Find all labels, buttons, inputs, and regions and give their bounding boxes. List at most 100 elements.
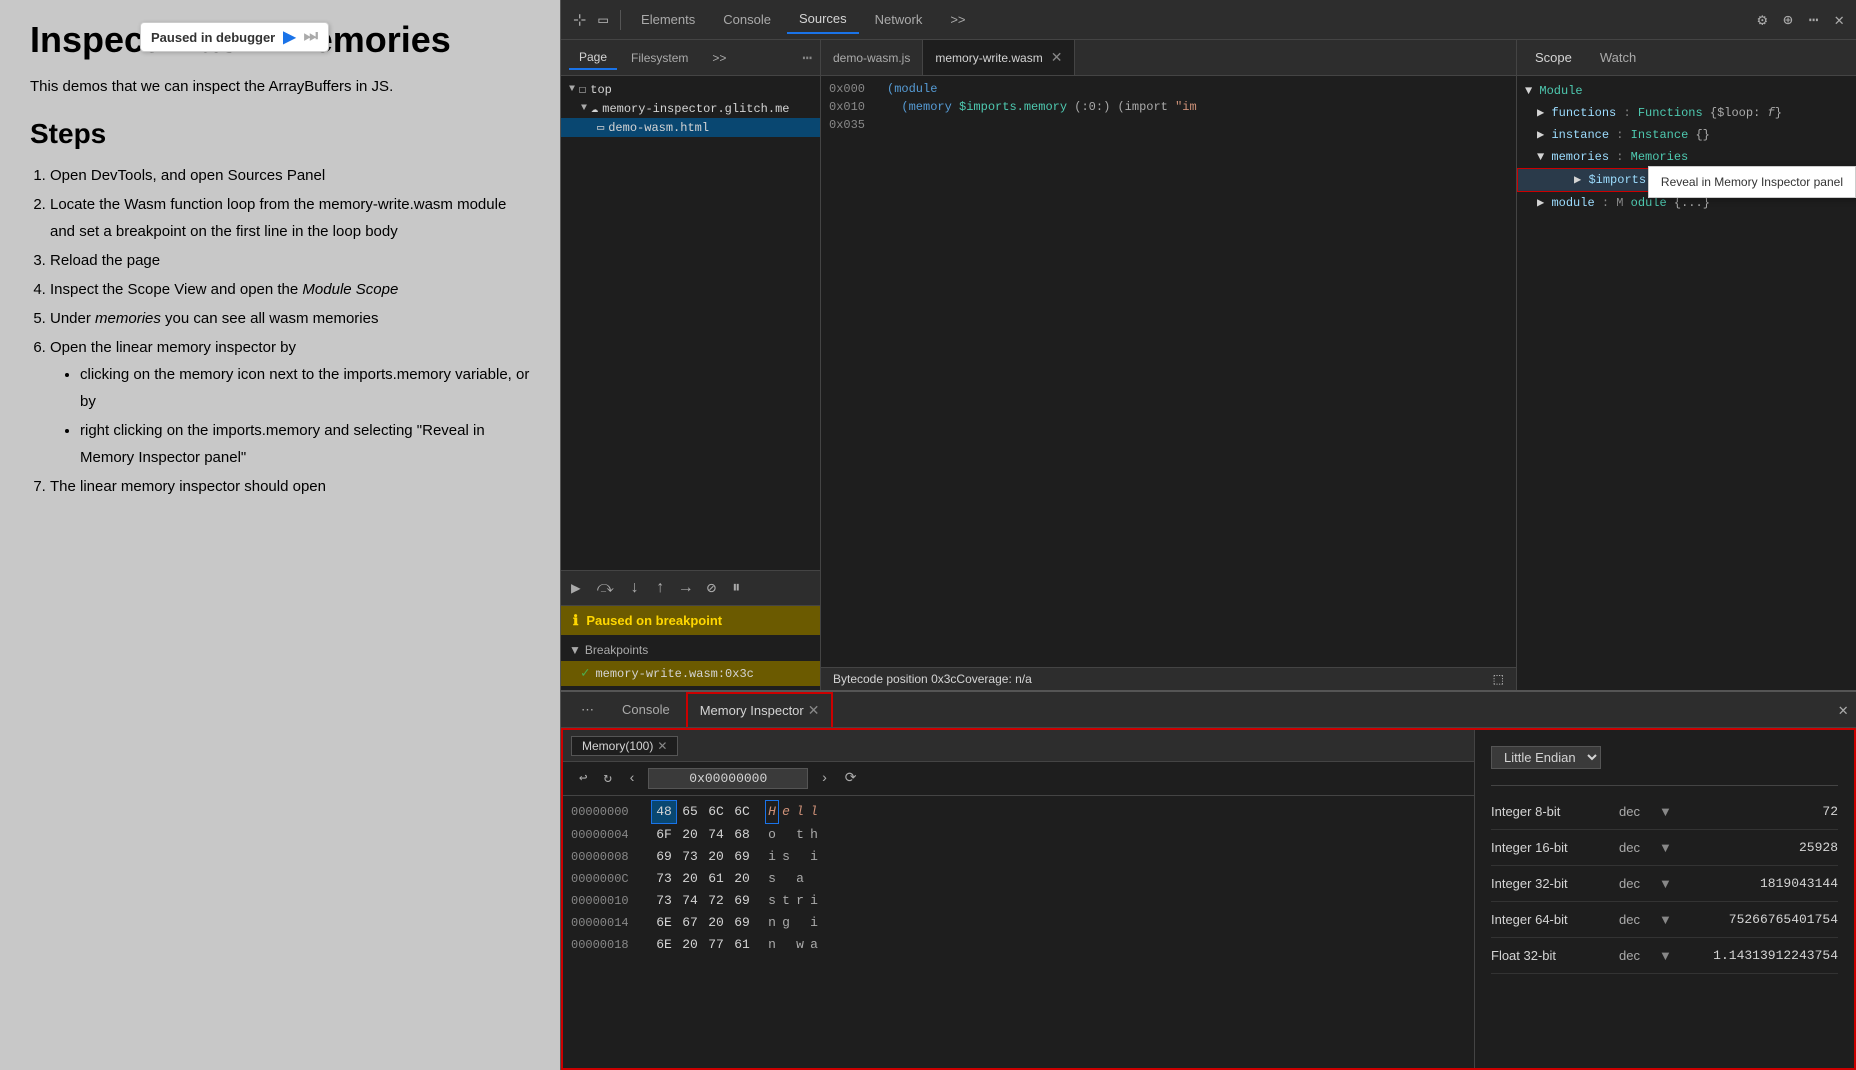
ascii-4-1[interactable]: t <box>779 890 793 912</box>
ascii-5-1[interactable]: g <box>779 912 793 934</box>
hex-cell-3-1[interactable]: 20 <box>677 868 703 890</box>
hex-cell-1-1[interactable]: 20 <box>677 824 703 846</box>
resume-button[interactable]: ▶ <box>283 27 295 47</box>
memory-forward-btn[interactable]: ↻ <box>599 768 615 789</box>
bottom-tab-mi-close[interactable]: ✕ <box>808 702 820 719</box>
breakpoints-header[interactable]: ▼ Breakpoints <box>561 639 820 661</box>
scope-tab-watch[interactable]: Watch <box>1590 46 1646 69</box>
file-tab-more[interactable]: >> <box>702 47 736 69</box>
step-out-btn[interactable]: ↑ <box>653 577 667 599</box>
ascii-1-2[interactable]: t <box>793 824 807 846</box>
hex-cell-5-2[interactable]: 20 <box>703 912 729 934</box>
step-into-btn[interactable]: ↓ <box>628 577 642 599</box>
ascii-0-0[interactable]: H <box>765 800 779 824</box>
close-icon[interactable]: ✕ <box>1830 6 1848 34</box>
scope-tab-scope[interactable]: Scope <box>1525 46 1582 69</box>
hex-cell-2-2[interactable]: 20 <box>703 846 729 868</box>
cursor-icon[interactable]: ⊹ <box>569 6 590 34</box>
ascii-4-2[interactable]: r <box>793 890 807 912</box>
hex-cell-0-0[interactable]: 48 <box>651 800 677 824</box>
hex-cell-3-0[interactable]: 73 <box>651 868 677 890</box>
tab-more[interactable]: >> <box>938 6 977 33</box>
ascii-0-3[interactable]: l <box>807 801 821 823</box>
ascii-5-3[interactable]: i <box>807 912 821 934</box>
ascii-3-2[interactable]: a <box>793 868 807 890</box>
step-btn[interactable]: → <box>679 577 693 599</box>
file-tab-filesystem[interactable]: Filesystem <box>621 47 698 69</box>
hex-cell-1-2[interactable]: 74 <box>703 824 729 846</box>
scope-instance[interactable]: ▶ instance : Instance {} <box>1517 124 1856 146</box>
hex-cell-6-2[interactable]: 77 <box>703 934 729 956</box>
tab-network[interactable]: Network <box>863 6 935 33</box>
hex-cell-3-3[interactable]: 20 <box>729 868 755 890</box>
file-tree-html[interactable]: ▭ demo-wasm.html <box>561 118 820 137</box>
deactivate-btn[interactable]: ⊘ <box>705 576 719 600</box>
memory-address-input[interactable] <box>648 768 808 789</box>
hex-cell-0-3[interactable]: 6C <box>729 801 755 823</box>
hex-cell-5-3[interactable]: 69 <box>729 912 755 934</box>
memory-refresh-btn[interactable]: ⟳ <box>841 768 861 789</box>
ascii-2-3[interactable]: i <box>807 846 821 868</box>
scope-module[interactable]: ▼ Module <box>1517 80 1856 102</box>
bottom-panel-close[interactable]: ✕ <box>1838 700 1848 720</box>
hex-cell-2-0[interactable]: 69 <box>651 846 677 868</box>
pause-btn[interactable]: ⏸ <box>730 577 742 599</box>
ascii-0-2[interactable]: l <box>793 801 807 823</box>
file-tree-more-btn[interactable]: ⋯ <box>802 48 812 68</box>
ascii-6-3[interactable]: a <box>807 934 821 956</box>
step-over-button[interactable]: ⏭ <box>304 28 318 46</box>
hex-cell-4-2[interactable]: 72 <box>703 890 729 912</box>
hex-cell-1-3[interactable]: 68 <box>729 824 755 846</box>
step-over-btn[interactable]: ⤼ <box>595 577 616 599</box>
scope-memories[interactable]: ▼ memories : Memories <box>1517 146 1856 168</box>
ascii-6-0[interactable]: n <box>765 934 779 956</box>
file-tree-domain[interactable]: ▼ ☁ memory-inspector.glitch.me <box>561 99 820 118</box>
ascii-2-1[interactable]: s <box>779 846 793 868</box>
memory-prev-btn[interactable]: ‹ <box>624 769 640 789</box>
hex-cell-4-1[interactable]: 74 <box>677 890 703 912</box>
tab-sources[interactable]: Sources <box>787 5 859 34</box>
hex-cell-5-1[interactable]: 67 <box>677 912 703 934</box>
profile-icon[interactable]: ⊕ <box>1779 6 1797 34</box>
hex-cell-6-1[interactable]: 20 <box>677 934 703 956</box>
bottom-tab-memory-inspector[interactable]: Memory Inspector ✕ <box>686 692 834 727</box>
tab-elements[interactable]: Elements <box>629 6 707 33</box>
ascii-4-0[interactable]: s <box>765 890 779 912</box>
expand-icon[interactable]: ⬚ <box>1493 672 1504 686</box>
ascii-5-0[interactable]: n <box>765 912 779 934</box>
hex-cell-4-3[interactable]: 69 <box>729 890 755 912</box>
code-tab-close[interactable]: ✕ <box>1051 49 1063 66</box>
ascii-1-3[interactable]: h <box>807 824 821 846</box>
hex-cell-0-1[interactable]: 65 <box>677 801 703 823</box>
file-tab-page[interactable]: Page <box>569 46 617 70</box>
scope-functions[interactable]: ▶ functions : Functions {$loop: f} <box>1517 102 1856 124</box>
bottom-tab-more-icon[interactable]: ⋯ <box>569 692 606 727</box>
settings-icon[interactable]: ⚙ <box>1753 6 1771 34</box>
ascii-1-0[interactable]: o <box>765 824 779 846</box>
hex-cell-0-2[interactable]: 6C <box>703 801 729 823</box>
hex-cell-3-2[interactable]: 61 <box>703 868 729 890</box>
mobile-icon[interactable]: ▭ <box>594 6 612 34</box>
breakpoint-item[interactable]: ✓ memory-write.wasm:0x3c <box>561 661 820 686</box>
file-tree-top[interactable]: ▼ ☐ top <box>561 80 820 99</box>
ascii-4-3[interactable]: i <box>807 890 821 912</box>
ascii-0-1[interactable]: e <box>779 801 793 823</box>
hex-cell-6-3[interactable]: 61 <box>729 934 755 956</box>
bottom-tab-console[interactable]: Console <box>610 692 682 727</box>
hex-cell-5-0[interactable]: 6E <box>651 912 677 934</box>
memory-tab-close[interactable]: ✕ <box>657 739 667 753</box>
tab-console[interactable]: Console <box>711 6 783 33</box>
ascii-2-0[interactable]: i <box>765 846 779 868</box>
code-tab-demowasm-js[interactable]: demo-wasm.js <box>821 40 923 75</box>
hex-cell-2-1[interactable]: 73 <box>677 846 703 868</box>
hex-cell-2-3[interactable]: 69 <box>729 846 755 868</box>
more-icon[interactable]: ⋯ <box>1805 6 1823 34</box>
hex-cell-6-0[interactable]: 6E <box>651 934 677 956</box>
hex-cell-1-0[interactable]: 6F <box>651 824 677 846</box>
memory-next-btn[interactable]: › <box>816 769 832 789</box>
memory-back-btn[interactable]: ↩ <box>575 768 591 789</box>
ascii-6-2[interactable]: w <box>793 934 807 956</box>
ascii-3-0[interactable]: s <box>765 868 779 890</box>
hex-cell-4-0[interactable]: 73 <box>651 890 677 912</box>
memory-tab-100[interactable]: Memory(100) ✕ <box>571 736 678 756</box>
